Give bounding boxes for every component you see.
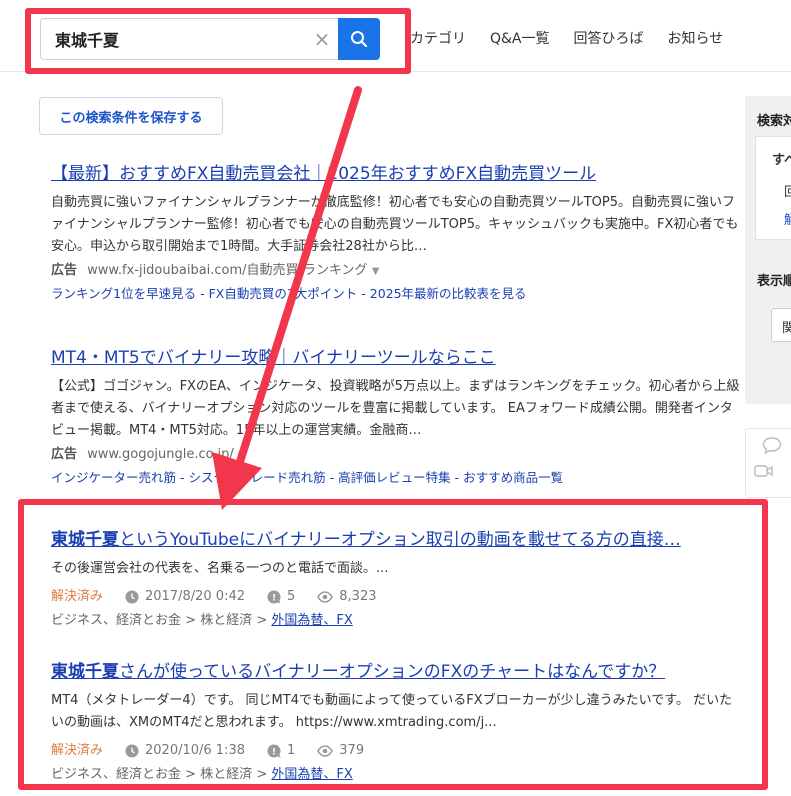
annotation-arrow: [212, 86, 362, 510]
